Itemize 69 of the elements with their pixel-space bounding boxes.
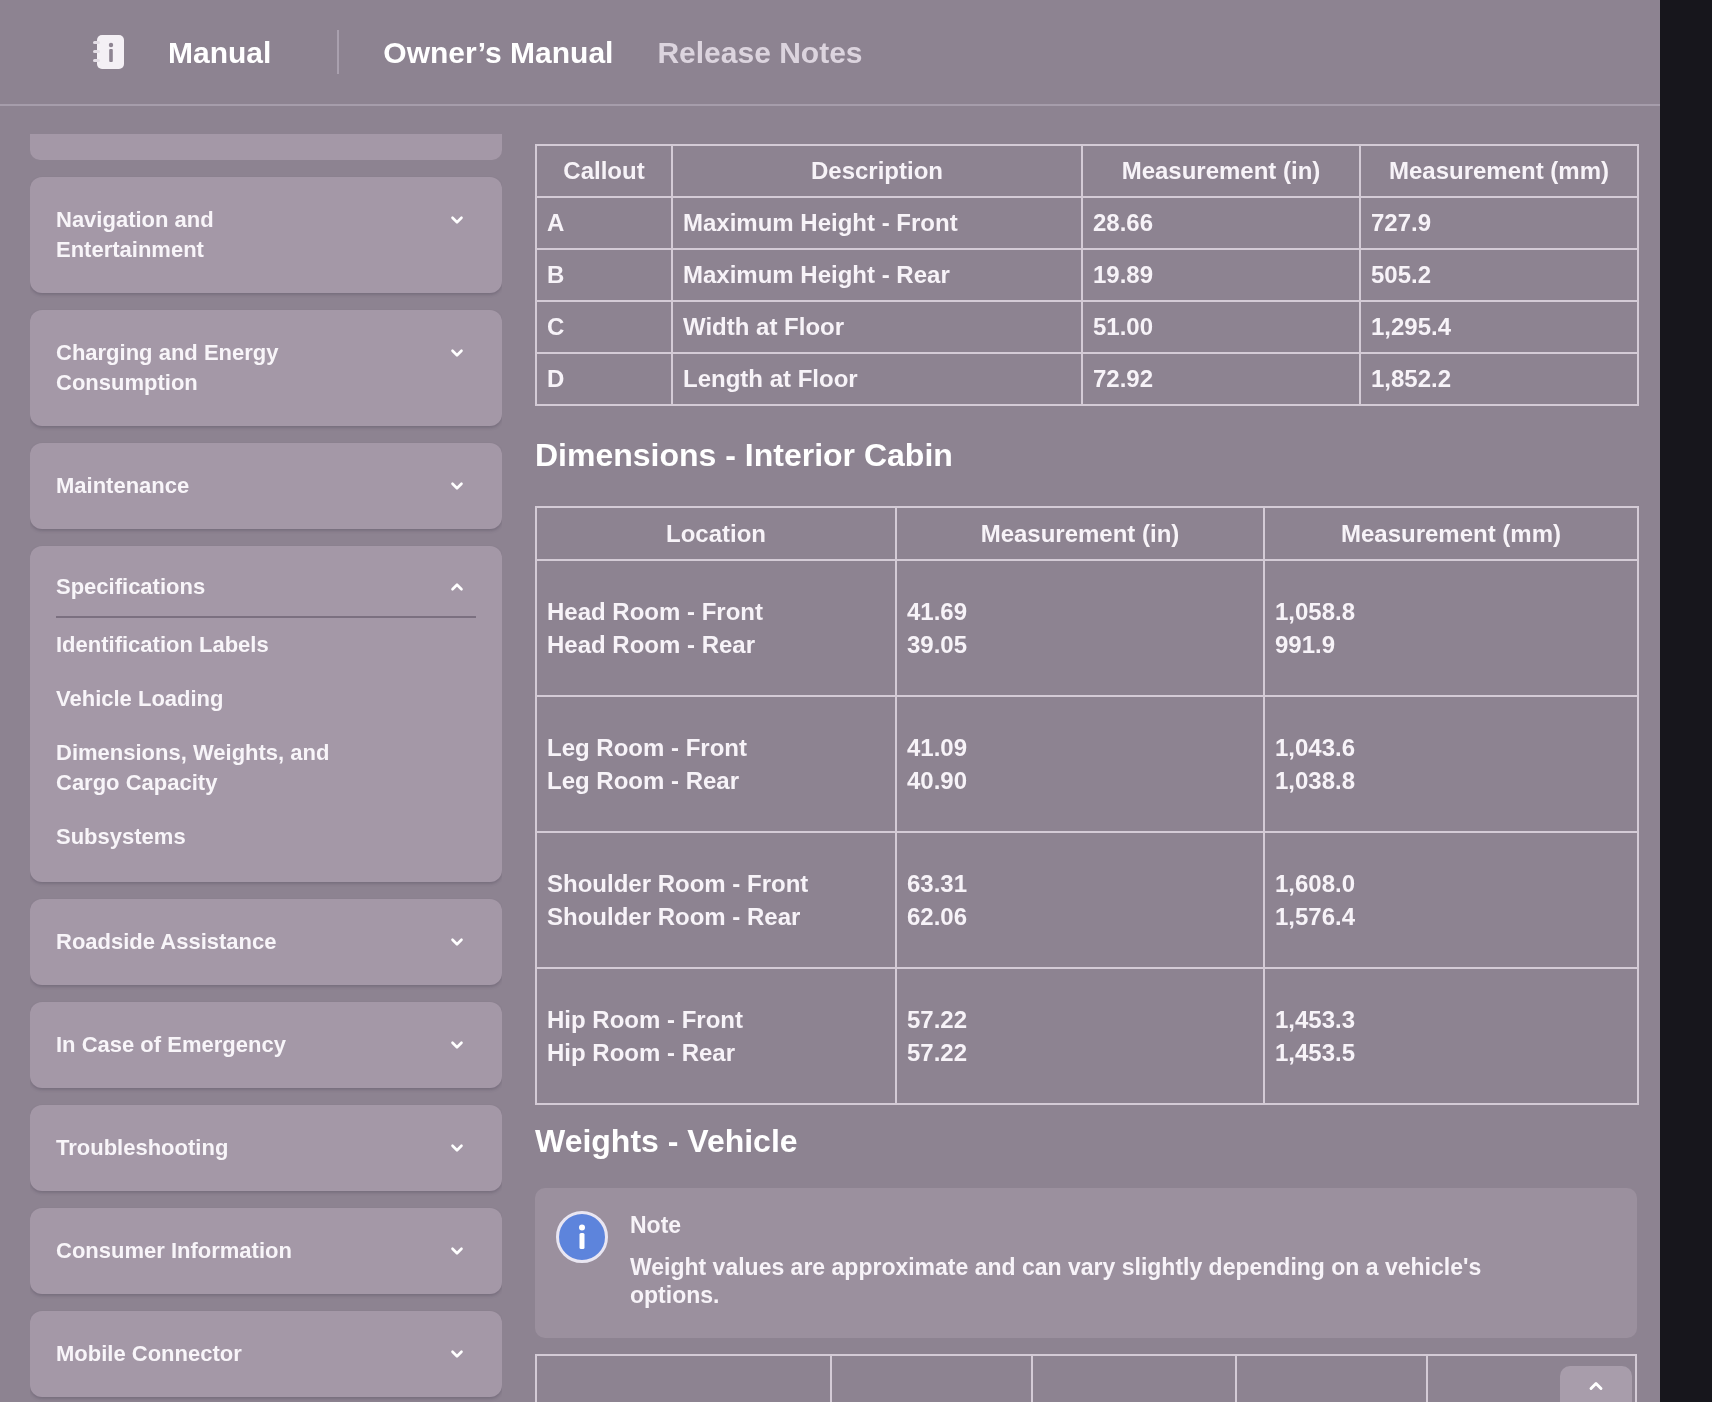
table-cell: 72.92 [1082,353,1360,405]
measurement-text: 40.90 [907,766,968,796]
measurement-text: 57.22 [907,1038,968,1068]
measurement-text: 1,038.8 [1275,766,1356,796]
column-header: Measurement (mm) [1264,507,1638,560]
column-header: Description [672,145,1082,197]
app-title: Manual [168,34,272,71]
measurement-text: 41.09 [907,733,968,763]
section-heading: Weights - Vehicle [535,1122,798,1161]
measurement-text: 991.9 [1275,630,1336,660]
table-cell: 1,852.2 [1360,353,1638,405]
location-text: Shoulder Room - Front [547,869,809,899]
table-cell: 19.89 [1082,249,1360,301]
table-cell: 28.66 [1082,197,1360,249]
note-text: Weight values are approximate and can vary slightly depending on a vehicle's options. [630,1253,1483,1309]
measurement-text: 63.31 [907,869,968,899]
column-header: Location [536,507,896,560]
measurement-text: 57.22 [907,1005,968,1035]
note-title: Note [630,1211,682,1239]
location-text: Head Room - Rear [547,630,756,660]
table-cell: Length at Floor [672,353,1082,405]
table-cell: 1,295.4 [1360,301,1638,353]
sidebar-item[interactable]: Charging and Energy Consumption [30,310,502,426]
measurement-text: 62.06 [907,902,968,932]
table-cell: A [536,197,672,249]
sidebar-subitem[interactable]: Dimensions, Weights, and Cargo Capacity [56,738,356,798]
sidebar-item[interactable]: Consumer Information [30,1208,502,1294]
section-heading: Dimensions - Interior Cabin [535,436,953,475]
table-cell: 727.9 [1360,197,1638,249]
sidebar-item[interactable]: Troubleshooting [30,1105,502,1191]
header-tab[interactable]: Release Notes [657,29,863,75]
measurement-text: 39.05 [907,630,968,660]
measurement-text: 41.69 [907,597,968,627]
location-text: Leg Room - Rear [547,766,740,796]
measurement-text: 1,058.8 [1275,597,1356,627]
column-header: Measurement (in) [896,507,1264,560]
location-text: Hip Room - Front [547,1005,743,1035]
sidebar-item[interactable]: Roadside Assistance [30,899,502,985]
column-header: Measurement (mm) [1360,145,1638,197]
location-text: Shoulder Room - Rear [547,902,801,932]
measurement-text: 1,608.0 [1275,869,1356,899]
measurement-text: 1,453.5 [1275,1038,1356,1068]
measurement-text: 1,576.4 [1275,902,1356,932]
column-header: Measurement (in) [1082,145,1360,197]
manual-book-icon [93,34,125,70]
sidebar-item[interactable]: In Case of Emergency [30,1002,502,1088]
measurement-text: 1,043.6 [1275,733,1356,763]
sidebar-item[interactable]: Maintenance [30,443,502,529]
sidebar-item[interactable]: Navigation and Entertainment [30,177,502,293]
sidebar-item[interactable]: Mobile Connector [30,1311,502,1397]
sidebar-section-header[interactable]: Specifications [56,572,476,618]
table-cell: B [536,249,672,301]
table-cell: Maximum Height - Front [672,197,1082,249]
table-cell: 505.2 [1360,249,1638,301]
table-cell: Width at Floor [672,301,1082,353]
table-cell: D [536,353,672,405]
sidebar-subitem[interactable]: Subsystems [56,822,356,852]
table-cell: Maximum Height - Rear [672,249,1082,301]
location-text: Head Room - Front [547,597,763,627]
table-cell: C [536,301,672,353]
column-header: Callout [536,145,672,197]
table-cell: 51.00 [1082,301,1360,353]
location-text: Leg Room - Front [547,733,747,763]
location-text: Hip Room - Rear [547,1038,735,1068]
measurement-text: 1,453.3 [1275,1005,1356,1035]
header-tab[interactable]: Owner’s Manual [383,29,614,75]
info-icon [556,1211,608,1263]
sidebar-subitem[interactable]: Vehicle Loading [56,684,356,714]
sidebar-subitem[interactable]: Identification Labels [56,630,356,660]
